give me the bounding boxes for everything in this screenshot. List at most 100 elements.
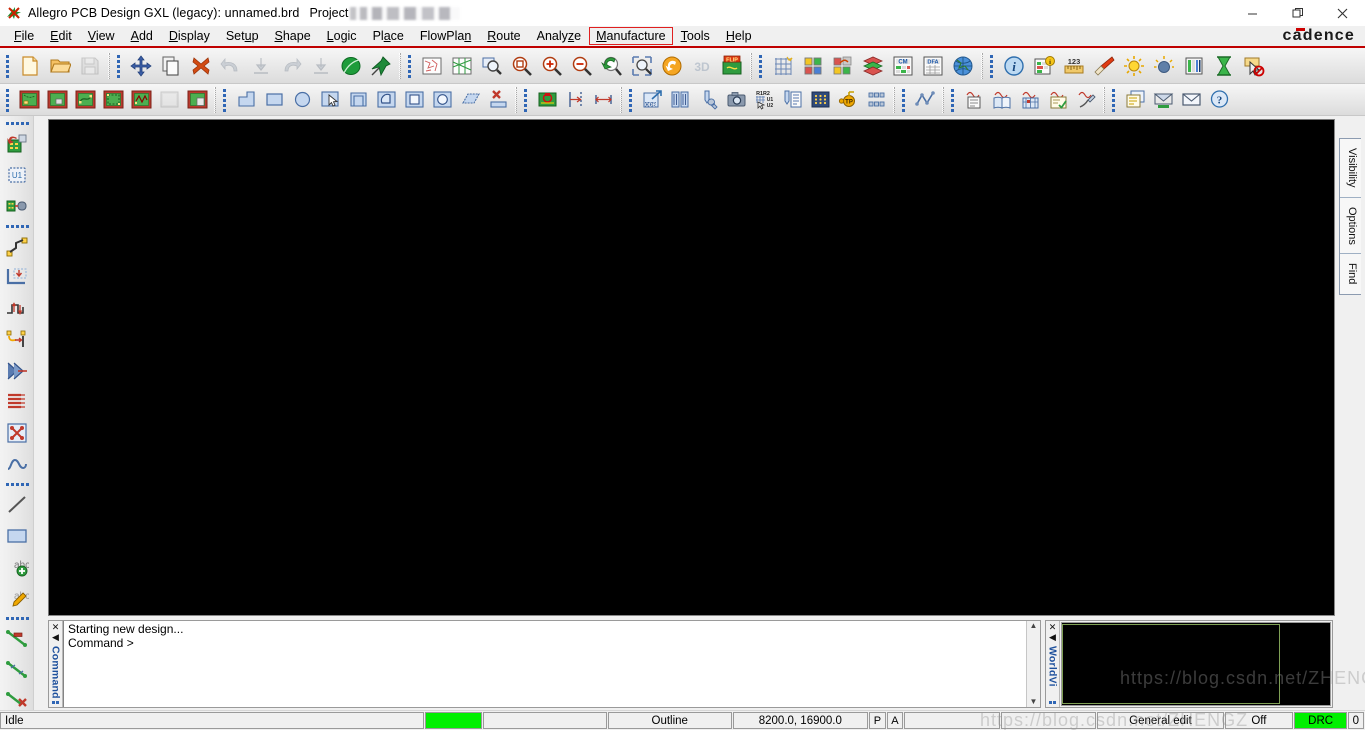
tab-options[interactable]: Options [1340, 198, 1361, 255]
design-canvas[interactable] [48, 119, 1335, 616]
edit-text-button[interactable]: abc [2, 582, 32, 613]
net-assign-button[interactable] [2, 654, 32, 685]
color-assign-button[interactable] [829, 52, 857, 80]
scroll-down-icon[interactable]: ▼ [1030, 697, 1038, 707]
menu-view[interactable]: View [80, 26, 123, 46]
shape-compose-button[interactable] [100, 87, 126, 113]
custom-smooth-button[interactable] [2, 324, 32, 355]
redraw-button[interactable] [658, 52, 686, 80]
zoom-selection-button[interactable] [628, 52, 656, 80]
testpoint-button[interactable]: TP [835, 87, 861, 113]
shape-merge-button[interactable] [184, 87, 210, 113]
place-manual-button[interactable] [2, 128, 32, 159]
menu-file[interactable]: File [6, 26, 42, 46]
sun-bright-button[interactable] [1120, 52, 1148, 80]
fanout-button[interactable] [2, 355, 32, 386]
open-folder-button[interactable] [46, 52, 74, 80]
menu-logic[interactable]: Logic [319, 26, 365, 46]
offset-path-button[interactable] [345, 87, 371, 113]
toolbar-grip-icon[interactable] [5, 88, 12, 112]
toolbar-grip-icon[interactable] [407, 54, 414, 78]
sig-report-button[interactable] [961, 87, 987, 113]
photoplot-button[interactable] [723, 87, 749, 113]
close-button[interactable] [1320, 0, 1365, 26]
pushpin-button[interactable] [367, 52, 395, 80]
tab-find[interactable]: Find [1340, 254, 1361, 293]
net-show-button[interactable] [2, 623, 32, 654]
toolbar-grip-icon[interactable] [5, 120, 29, 127]
dimension-linear-button[interactable] [590, 87, 616, 113]
sig-model-button[interactable] [1017, 87, 1043, 113]
minimize-button[interactable] [1230, 0, 1275, 26]
redo-button[interactable] [277, 52, 305, 80]
drill-customize-button[interactable] [695, 87, 721, 113]
3d-view-button[interactable]: 3D [688, 52, 716, 80]
toolbar-grip-icon[interactable] [5, 54, 12, 78]
toolbar-grip-icon[interactable] [950, 88, 957, 112]
delete-button[interactable] [187, 52, 215, 80]
command-scrollbar[interactable]: ▲ ▼ [1026, 621, 1040, 707]
shape-add-rect-button[interactable] [16, 87, 42, 113]
redo-step-button[interactable] [307, 52, 335, 80]
auto-route-button[interactable] [2, 417, 32, 448]
toolbar-grip-icon[interactable] [523, 88, 530, 112]
zoom-fit-button[interactable] [478, 52, 506, 80]
cascade-windows-button[interactable] [1122, 87, 1148, 113]
grip-dots-icon[interactable] [52, 701, 60, 705]
menu-place[interactable]: Place [365, 26, 412, 46]
add-connect-button[interactable] [2, 231, 32, 262]
drill-legend-button[interactable] [667, 87, 693, 113]
zoom-window-button[interactable] [508, 52, 536, 80]
maximize-restore-button[interactable] [1275, 0, 1320, 26]
ratsnest-button[interactable] [448, 52, 476, 80]
hourglass-button[interactable] [1210, 52, 1238, 80]
highlight-pen-button[interactable] [1090, 52, 1118, 80]
sun-dim-button[interactable] [1150, 52, 1178, 80]
menu-tools[interactable]: Tools [673, 26, 718, 46]
slide-button[interactable] [2, 262, 32, 293]
color-bars-button[interactable] [1180, 52, 1208, 80]
menu-analyze[interactable]: Analyze [529, 26, 589, 46]
envelope-button[interactable] [1178, 87, 1204, 113]
scroll-up-icon[interactable]: ▲ [1030, 621, 1038, 631]
thieving-button[interactable] [807, 87, 833, 113]
flip-design-button[interactable]: FLIP [718, 52, 746, 80]
undo-step-button[interactable] [247, 52, 275, 80]
signal-analysis-button[interactable] [912, 87, 938, 113]
envelope-open-button[interactable] [1150, 87, 1176, 113]
select-arrow-button[interactable] [317, 87, 343, 113]
undo-button[interactable] [217, 52, 245, 80]
menu-display[interactable]: Display [161, 26, 218, 46]
command-body[interactable]: Starting new design... Command > ▲ ▼ [63, 621, 1040, 707]
line-path-button[interactable] [233, 87, 259, 113]
menu-manufacture[interactable]: Manufacture [589, 27, 673, 45]
dimension-vertical-button[interactable] [562, 87, 588, 113]
delay-tune-button[interactable] [2, 293, 32, 324]
constraint-manager-button[interactable]: CM [889, 52, 917, 80]
command-log[interactable]: Starting new design... Command > [64, 621, 1026, 707]
sig-audit-button[interactable] [1045, 87, 1071, 113]
toolbar-grip-icon[interactable] [758, 54, 765, 78]
toolbar-grip-icon[interactable] [116, 54, 123, 78]
tab-visibility[interactable]: Visibility [1340, 139, 1361, 198]
shape-edit-boundary-button[interactable] [72, 87, 98, 113]
toolbar-grip-icon[interactable] [628, 88, 635, 112]
draw-line-button[interactable] [2, 489, 32, 520]
menu-edit[interactable]: Edit [42, 26, 80, 46]
info-button[interactable]: i [1000, 52, 1028, 80]
report-info-button[interactable]: i [1030, 52, 1058, 80]
toolbar-grip-icon[interactable] [901, 88, 908, 112]
toolbar-grip-icon[interactable] [5, 481, 29, 488]
swap-component-button[interactable] [2, 190, 32, 221]
collapse-left-icon[interactable]: ◀ [1047, 632, 1059, 642]
toolbar-grip-icon[interactable] [5, 615, 29, 622]
worldview-canvas[interactable] [1061, 622, 1331, 706]
copy-button[interactable] [157, 52, 185, 80]
contour-route-button[interactable] [2, 448, 32, 479]
component-u1-button[interactable]: U1 [2, 159, 32, 190]
no-select-button[interactable] [1240, 52, 1268, 80]
move-button[interactable] [127, 52, 155, 80]
panel-array-button[interactable] [863, 87, 889, 113]
shape-void-button[interactable] [156, 87, 182, 113]
zoom-previous-button[interactable] [598, 52, 626, 80]
